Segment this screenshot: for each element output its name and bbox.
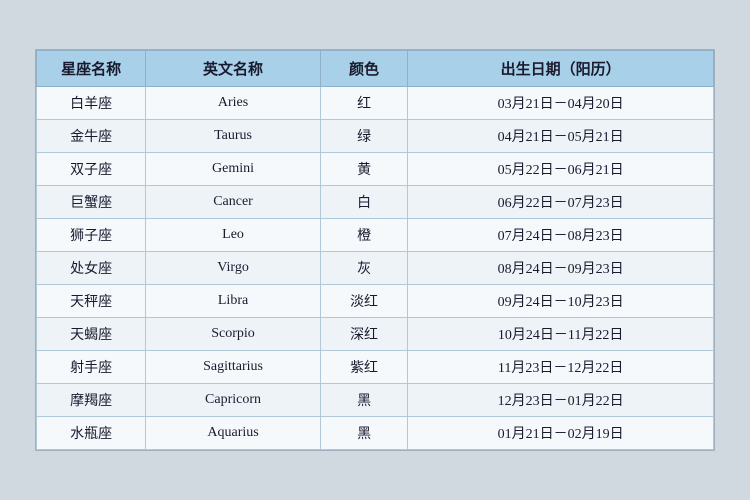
table-row: 金牛座Taurus绿04月21日－05月21日 bbox=[37, 120, 714, 153]
header-date: 出生日期（阳历） bbox=[408, 51, 714, 87]
cell-chinese: 射手座 bbox=[37, 351, 146, 384]
cell-date: 01月21日－02月19日 bbox=[408, 417, 714, 450]
table-row: 处女座Virgo灰08月24日－09月23日 bbox=[37, 252, 714, 285]
cell-english: Aquarius bbox=[146, 417, 321, 450]
cell-color: 橙 bbox=[320, 219, 407, 252]
zodiac-table: 星座名称 英文名称 颜色 出生日期（阳历） 白羊座Aries红03月21日－04… bbox=[36, 50, 714, 450]
cell-date: 12月23日－01月22日 bbox=[408, 384, 714, 417]
table-row: 狮子座Leo橙07月24日－08月23日 bbox=[37, 219, 714, 252]
cell-english: Gemini bbox=[146, 153, 321, 186]
cell-english: Virgo bbox=[146, 252, 321, 285]
table-body: 白羊座Aries红03月21日－04月20日金牛座Taurus绿04月21日－0… bbox=[37, 87, 714, 450]
table-row: 水瓶座Aquarius黑01月21日－02月19日 bbox=[37, 417, 714, 450]
cell-chinese: 巨蟹座 bbox=[37, 186, 146, 219]
table-row: 巨蟹座Cancer白06月22日－07月23日 bbox=[37, 186, 714, 219]
cell-color: 白 bbox=[320, 186, 407, 219]
cell-color: 深红 bbox=[320, 318, 407, 351]
header-color: 颜色 bbox=[320, 51, 407, 87]
cell-color: 淡红 bbox=[320, 285, 407, 318]
cell-chinese: 水瓶座 bbox=[37, 417, 146, 450]
cell-english: Cancer bbox=[146, 186, 321, 219]
cell-color: 黑 bbox=[320, 417, 407, 450]
cell-color: 红 bbox=[320, 87, 407, 120]
cell-chinese: 狮子座 bbox=[37, 219, 146, 252]
cell-chinese: 处女座 bbox=[37, 252, 146, 285]
cell-chinese: 白羊座 bbox=[37, 87, 146, 120]
header-chinese: 星座名称 bbox=[37, 51, 146, 87]
cell-english: Aries bbox=[146, 87, 321, 120]
cell-color: 绿 bbox=[320, 120, 407, 153]
cell-color: 黄 bbox=[320, 153, 407, 186]
cell-chinese: 双子座 bbox=[37, 153, 146, 186]
cell-color: 紫红 bbox=[320, 351, 407, 384]
cell-color: 黑 bbox=[320, 384, 407, 417]
table-row: 天秤座Libra淡红09月24日－10月23日 bbox=[37, 285, 714, 318]
cell-chinese: 天蝎座 bbox=[37, 318, 146, 351]
table-header-row: 星座名称 英文名称 颜色 出生日期（阳历） bbox=[37, 51, 714, 87]
cell-english: Libra bbox=[146, 285, 321, 318]
cell-english: Capricorn bbox=[146, 384, 321, 417]
cell-date: 03月21日－04月20日 bbox=[408, 87, 714, 120]
table-row: 天蝎座Scorpio深红10月24日－11月22日 bbox=[37, 318, 714, 351]
header-english: 英文名称 bbox=[146, 51, 321, 87]
cell-english: Leo bbox=[146, 219, 321, 252]
cell-english: Taurus bbox=[146, 120, 321, 153]
cell-date: 04月21日－05月21日 bbox=[408, 120, 714, 153]
cell-date: 10月24日－11月22日 bbox=[408, 318, 714, 351]
cell-chinese: 金牛座 bbox=[37, 120, 146, 153]
cell-date: 11月23日－12月22日 bbox=[408, 351, 714, 384]
cell-date: 06月22日－07月23日 bbox=[408, 186, 714, 219]
table-row: 白羊座Aries红03月21日－04月20日 bbox=[37, 87, 714, 120]
cell-chinese: 摩羯座 bbox=[37, 384, 146, 417]
table-row: 双子座Gemini黄05月22日－06月21日 bbox=[37, 153, 714, 186]
table-row: 射手座Sagittarius紫红11月23日－12月22日 bbox=[37, 351, 714, 384]
cell-date: 08月24日－09月23日 bbox=[408, 252, 714, 285]
table-row: 摩羯座Capricorn黑12月23日－01月22日 bbox=[37, 384, 714, 417]
cell-date: 05月22日－06月21日 bbox=[408, 153, 714, 186]
cell-color: 灰 bbox=[320, 252, 407, 285]
cell-date: 09月24日－10月23日 bbox=[408, 285, 714, 318]
cell-english: Scorpio bbox=[146, 318, 321, 351]
cell-date: 07月24日－08月23日 bbox=[408, 219, 714, 252]
cell-english: Sagittarius bbox=[146, 351, 321, 384]
zodiac-table-container: 星座名称 英文名称 颜色 出生日期（阳历） 白羊座Aries红03月21日－04… bbox=[35, 49, 715, 451]
cell-chinese: 天秤座 bbox=[37, 285, 146, 318]
